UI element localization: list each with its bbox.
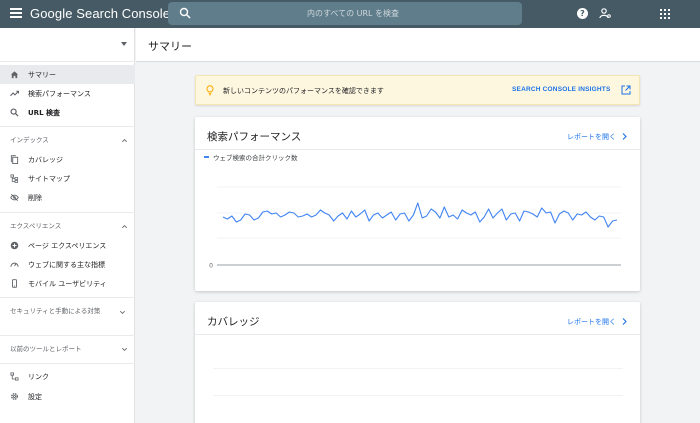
- search-icon: [179, 7, 191, 19]
- card-title: カバレッジ: [207, 316, 260, 328]
- sidebar-item-label: リンク: [28, 372, 49, 381]
- sidebar-item-label: ウェブに関する主な指標: [28, 260, 105, 269]
- clicks-line-chart: 0: [209, 186, 621, 270]
- sidebar-divider: [0, 363, 135, 364]
- sidebar-divider: [0, 335, 135, 336]
- sidebar-item-coverage[interactable]: カバレッジ: [0, 150, 135, 169]
- sidebar-divider: [0, 297, 135, 298]
- search-console-insights-link[interactable]: SEARCH CONSOLE INSIGHTS: [512, 86, 611, 93]
- eye-off-icon: [9, 194, 19, 201]
- open-report-link[interactable]: レポートを開く: [567, 317, 616, 327]
- y-tick-label: 0: [209, 263, 213, 270]
- chevron-up-icon: [122, 139, 127, 143]
- sidebar-item-label: ページ エクスペリエンス: [28, 241, 107, 250]
- speed-icon: [9, 262, 19, 267]
- menu-icon[interactable]: [10, 8, 22, 18]
- sidebar: サマリー 検索パフォーマンス URL 検査 インデックス カバレッジ サイトマッ…: [0, 28, 135, 423]
- sidebar-item-url-inspection[interactable]: URL 検査: [0, 103, 135, 122]
- page-title: サマリー: [148, 40, 192, 53]
- sidebar-item-label: 設定: [28, 392, 42, 401]
- card-title: 検索パフォーマンス: [207, 131, 302, 143]
- home-icon: [10, 71, 18, 79]
- series-line-clicks: [222, 202, 618, 228]
- app-logo[interactable]: Google Search Console: [30, 6, 170, 21]
- sidebar-item-core-web-vitals[interactable]: ウェブに関する主な指標: [0, 255, 135, 274]
- sidebar-item-removals[interactable]: 削除: [0, 188, 135, 207]
- top-app-bar: Google Search Console ?: [0, 0, 700, 28]
- sidebar-item-label: サイトマップ: [28, 174, 70, 183]
- coverage-card: カバレッジ レポートを開く: [195, 302, 640, 423]
- lightbulb-icon: [206, 85, 214, 96]
- chevron-down-icon: [122, 347, 127, 351]
- sidebar-item-label: カバレッジ: [28, 155, 63, 164]
- dropdown-caret-icon: [121, 42, 127, 46]
- chevron-right-icon[interactable]: [621, 132, 628, 141]
- card-divider: [195, 334, 640, 335]
- trending-up-icon: [9, 90, 19, 97]
- chevron-right-icon[interactable]: [621, 317, 628, 326]
- sidebar-item-performance[interactable]: 検索パフォーマンス: [0, 84, 135, 103]
- section-title: セキュリティと手動による対策: [10, 307, 101, 315]
- section-title: エクスペリエンス: [10, 222, 62, 230]
- section-header-index[interactable]: インデックス: [10, 135, 130, 146]
- chevron-down-icon[interactable]: [119, 309, 126, 316]
- section-header-legacy-tools[interactable]: 以前のツールとレポート: [10, 344, 130, 355]
- section-header-security[interactable]: セキュリティと手動による対策: [10, 306, 115, 317]
- chart-legend: ウェブ検索の合計クリック数: [204, 152, 298, 162]
- open-report-link[interactable]: レポートを開く: [567, 132, 616, 142]
- file-copy-icon: [10, 155, 18, 164]
- sidebar-item-mobile-usability[interactable]: モバイル ユーザビリティ: [0, 274, 135, 293]
- manage-users-icon[interactable]: [599, 7, 611, 19]
- grid-line: [213, 368, 623, 369]
- performance-card: 検索パフォーマンス レポートを開く ウェブ検索の合計クリック数 0: [195, 117, 640, 291]
- card-divider: [195, 149, 640, 150]
- url-inspection-search[interactable]: [168, 2, 522, 25]
- property-selector[interactable]: [0, 28, 135, 62]
- sidebar-divider: [0, 212, 135, 213]
- section-title: インデックス: [10, 136, 49, 144]
- legend-label: ウェブ検索の合計クリック数: [213, 154, 298, 162]
- search-icon: [9, 108, 19, 117]
- open-in-new-icon[interactable]: [621, 85, 631, 95]
- search-input[interactable]: [198, 2, 508, 25]
- sidebar-item-label: 検索パフォーマンス: [28, 89, 91, 98]
- add-circle-icon: [10, 241, 18, 250]
- sitemap-icon: [9, 174, 18, 183]
- chevron-up-icon: [122, 225, 127, 229]
- sidebar-item-summary[interactable]: サマリー: [0, 65, 135, 84]
- sidebar-divider: [0, 126, 135, 127]
- sidebar-item-label: 削除: [28, 193, 42, 202]
- sidebar-item-links[interactable]: リンク: [0, 367, 135, 386]
- section-header-experience[interactable]: エクスペリエンス: [10, 221, 130, 232]
- smartphone-icon: [11, 279, 17, 288]
- help-icon[interactable]: ?: [577, 8, 588, 19]
- sidebar-item-label: URL 検査: [28, 108, 60, 117]
- sidebar-item-settings[interactable]: 設定: [0, 387, 135, 406]
- sidebar-item-label: モバイル ユーザビリティ: [28, 279, 107, 288]
- section-title: 以前のツールとレポート: [10, 345, 82, 353]
- legend-swatch: [204, 156, 209, 158]
- links-icon: [9, 372, 19, 381]
- grid-line: [213, 395, 623, 396]
- sidebar-item-label: サマリー: [28, 70, 56, 79]
- page-header: サマリー: [136, 28, 700, 62]
- sidebar-item-page-experience[interactable]: ページ エクスペリエンス: [0, 236, 135, 255]
- banner-text: 新しいコンテンツのパフォーマンスを確認できます: [223, 87, 384, 95]
- insights-banner: 新しいコンテンツのパフォーマンスを確認できます SEARCH CONSOLE I…: [195, 75, 640, 105]
- sidebar-item-sitemaps[interactable]: サイトマップ: [0, 169, 135, 188]
- apps-grid-icon[interactable]: [660, 9, 670, 19]
- gear-icon: [10, 393, 18, 400]
